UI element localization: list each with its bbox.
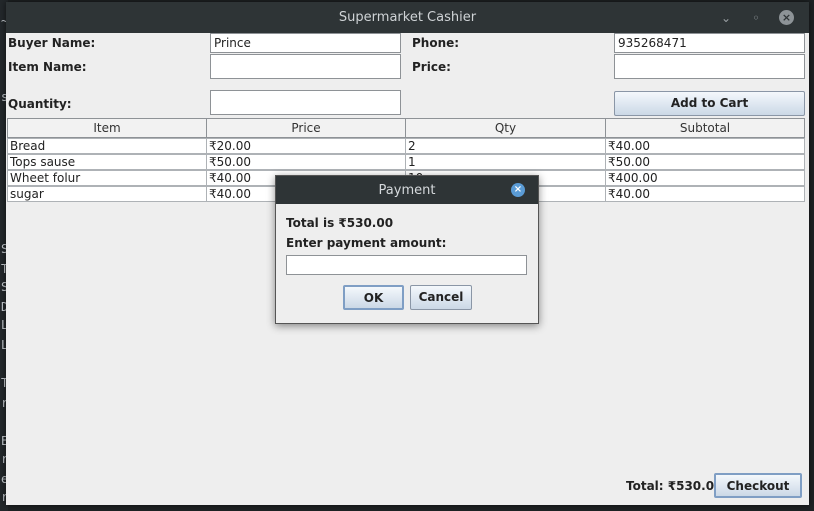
cell-item: Bread bbox=[7, 138, 207, 154]
cell-price: ₹20.00 bbox=[206, 138, 406, 154]
table-header: Item Price Qty Subtotal bbox=[7, 118, 805, 138]
table-row[interactable]: Bread ₹20.00 2 ₹40.00 bbox=[7, 138, 805, 154]
dialog-title: Payment bbox=[378, 183, 436, 198]
cell-item: Wheet folur bbox=[7, 170, 207, 186]
column-header-subtotal[interactable]: Subtotal bbox=[605, 118, 805, 138]
column-header-qty[interactable]: Qty bbox=[405, 118, 606, 138]
quantity-input[interactable] bbox=[210, 90, 401, 115]
quantity-label: Quantity: bbox=[8, 97, 72, 111]
cart-total-label: Total: ₹530.00 bbox=[626, 479, 723, 493]
cell-qty: 1 bbox=[405, 154, 606, 170]
item-name-label: Item Name: bbox=[8, 60, 87, 74]
table-row[interactable]: Tops sause ₹50.00 1 ₹50.00 bbox=[7, 154, 805, 170]
cell-subtotal: ₹40.00 bbox=[605, 138, 805, 154]
payment-prompt: Enter payment amount: bbox=[286, 236, 447, 250]
column-header-item[interactable]: Item bbox=[7, 118, 207, 138]
close-icon[interactable]: × bbox=[779, 10, 794, 25]
ok-button[interactable]: OK bbox=[343, 285, 404, 310]
cancel-button[interactable]: Cancel bbox=[410, 285, 472, 310]
payment-amount-input[interactable] bbox=[286, 255, 527, 275]
column-header-price[interactable]: Price bbox=[206, 118, 406, 138]
item-name-input[interactable] bbox=[210, 54, 401, 79]
cell-subtotal: ₹400.00 bbox=[605, 170, 805, 186]
window-title: Supermarket Cashier bbox=[338, 10, 477, 25]
buyer-name-label: Buyer Name: bbox=[8, 36, 96, 50]
cell-subtotal: ₹50.00 bbox=[605, 154, 805, 170]
dialog-total-text: Total is ₹530.00 bbox=[286, 216, 394, 230]
cell-price: ₹50.00 bbox=[206, 154, 406, 170]
phone-input[interactable] bbox=[614, 33, 805, 53]
dialog-titlebar[interactable]: Payment × bbox=[276, 176, 538, 204]
add-to-cart-button[interactable]: Add to Cart bbox=[614, 91, 805, 116]
cell-item: sugar bbox=[7, 186, 207, 202]
cell-subtotal: ₹40.00 bbox=[605, 186, 805, 202]
payment-dialog: Payment × Total is ₹530.00 Enter payment… bbox=[275, 175, 539, 324]
maximize-icon[interactable]: ◦ bbox=[748, 10, 764, 26]
phone-label: Phone: bbox=[412, 36, 460, 50]
checkout-button[interactable]: Checkout bbox=[714, 473, 802, 498]
cell-qty: 2 bbox=[405, 138, 606, 154]
buyer-name-input[interactable] bbox=[210, 33, 401, 53]
cell-item: Tops sause bbox=[7, 154, 207, 170]
price-label: Price: bbox=[412, 60, 451, 74]
close-icon[interactable]: × bbox=[511, 183, 525, 197]
window-titlebar[interactable]: Supermarket Cashier ⌄ ◦ × bbox=[6, 2, 809, 33]
minimize-icon[interactable]: ⌄ bbox=[718, 10, 734, 26]
price-input[interactable] bbox=[614, 54, 805, 79]
